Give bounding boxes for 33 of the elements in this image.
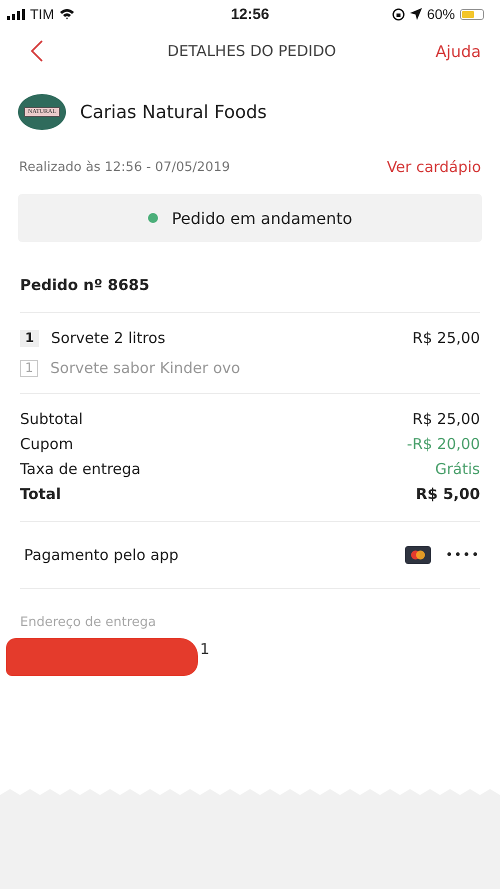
card-digits: •••• xyxy=(445,548,480,562)
help-link[interactable]: Ajuda xyxy=(435,42,481,60)
total-value: R$ 25,00 xyxy=(412,410,480,428)
total-label: Cupom xyxy=(20,435,74,453)
order-date: Realizado às 12:56 - 07/05/2019 xyxy=(19,160,230,174)
page-title: DETALHES DO PEDIDO xyxy=(167,42,336,60)
battery-icon xyxy=(460,8,484,20)
item-name: Sorvete 2 litros xyxy=(51,329,166,347)
signal-icon xyxy=(7,8,25,20)
menu-link[interactable]: Ver cardápio xyxy=(386,158,481,176)
quantity-badge: 1 xyxy=(20,330,40,346)
total-label: Total xyxy=(20,485,61,503)
item-price: R$ 25,00 xyxy=(412,329,480,347)
quantity-badge: 1 xyxy=(20,360,38,376)
card-icon xyxy=(405,546,432,564)
total-label: Subtotal xyxy=(20,410,83,428)
carrier-name: TIM xyxy=(30,6,54,22)
status-text: Pedido em andamento xyxy=(172,208,352,228)
address-label: Endereço de entrega xyxy=(20,615,157,630)
order-number: Pedido nº 8685 xyxy=(20,276,150,294)
total-value: R$ 5,00 xyxy=(416,485,480,503)
total-value: Grátis xyxy=(435,460,480,478)
location-arrow-icon xyxy=(410,8,422,20)
rotation-lock-icon xyxy=(392,8,405,20)
battery-percent: 60% xyxy=(426,6,455,22)
total-label: Taxa de entrega xyxy=(20,460,141,478)
store-name: Carias Natural Foods xyxy=(80,102,267,122)
address-fragment: 1 xyxy=(200,640,210,658)
clock-time: 12:56 xyxy=(230,6,270,22)
wifi-icon xyxy=(59,8,76,20)
payment-label: Pagamento pelo app xyxy=(24,546,180,564)
option-name: Sorvete sabor Kinder ovo xyxy=(50,359,242,377)
total-value: -R$ 20,00 xyxy=(406,435,480,453)
